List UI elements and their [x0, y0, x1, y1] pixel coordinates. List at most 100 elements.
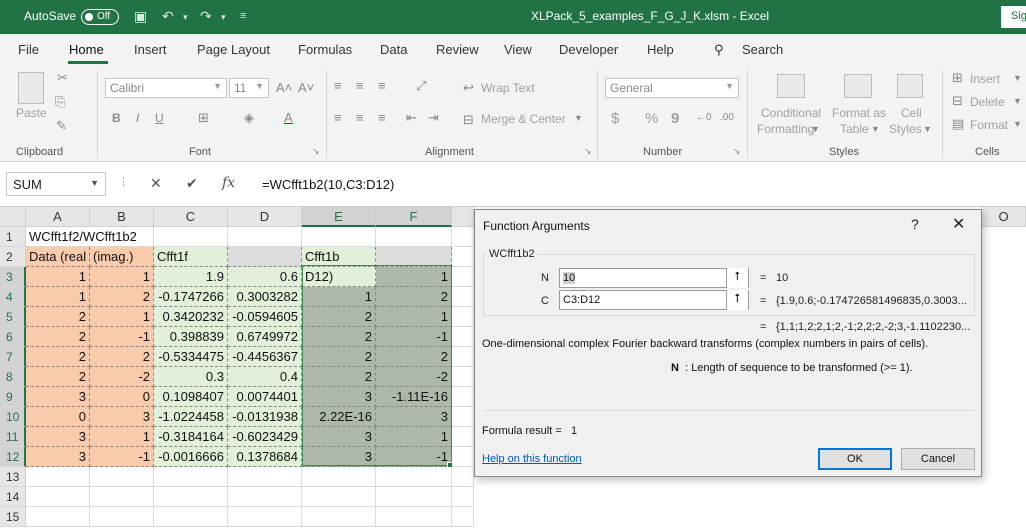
cell-e13[interactable]: [302, 467, 376, 487]
cell-d15[interactable]: [228, 507, 302, 527]
cell-c3[interactable]: 1.9: [154, 267, 228, 287]
cell-e9[interactable]: 3: [302, 387, 376, 407]
row-header-14[interactable]: 14: [0, 487, 26, 507]
cell-e2[interactable]: Cfft1b: [302, 247, 376, 267]
format-painter-icon[interactable]: ✎: [56, 118, 67, 134]
cell-e10[interactable]: 2.22E-16: [302, 407, 376, 427]
row-header-12[interactable]: 12: [0, 447, 26, 467]
argument-input-n[interactable]: 10 ⭡: [559, 268, 749, 288]
column-header-a[interactable]: A: [26, 207, 90, 227]
tab-insert[interactable]: Insert: [134, 42, 167, 57]
cancel-icon[interactable]: ✕: [150, 175, 162, 192]
cell-g13[interactable]: [452, 467, 474, 487]
argument-input-c[interactable]: C3:D12 ⭡: [559, 290, 749, 310]
cell-d5[interactable]: -0.0594605: [228, 307, 302, 327]
chevron-down-icon[interactable]: ▼: [574, 113, 583, 123]
cell-e11[interactable]: 3: [302, 427, 376, 447]
decrease-decimal-icon[interactable]: .00: [720, 112, 734, 123]
percent-button[interactable]: %: [645, 110, 658, 127]
cell-c13[interactable]: [154, 467, 228, 487]
cell-f6[interactable]: -1: [376, 327, 452, 347]
cell-e5[interactable]: 2: [302, 307, 376, 327]
cell-b13[interactable]: [90, 467, 154, 487]
undo-dropdown-icon[interactable]: ▾: [183, 12, 188, 23]
cell-b7[interactable]: 2: [90, 347, 154, 367]
italic-button[interactable]: I: [136, 111, 139, 125]
column-header-f[interactable]: F: [376, 207, 452, 227]
cell-e12[interactable]: 3: [302, 447, 376, 467]
cell-d6[interactable]: 0.6749972: [228, 327, 302, 347]
cell-d7[interactable]: -0.4456367: [228, 347, 302, 367]
cell-g14[interactable]: [452, 487, 474, 507]
cell-d3[interactable]: 0.6: [228, 267, 302, 287]
cell-a15[interactable]: [26, 507, 90, 527]
cell-d4[interactable]: 0.3003282: [228, 287, 302, 307]
cell-styles-button-line2[interactable]: Styles: [889, 122, 922, 136]
conditional-formatting-button[interactable]: Conditional: [761, 106, 821, 120]
copy-icon[interactable]: ⎘: [55, 94, 65, 110]
tab-help[interactable]: Help: [647, 42, 674, 57]
cancel-button[interactable]: Cancel: [901, 448, 975, 470]
format-as-table-icon[interactable]: [844, 74, 872, 98]
format-as-table-button-line2[interactable]: Table: [840, 122, 869, 136]
format-cells-icon[interactable]: ▤: [952, 116, 964, 132]
cell-d11[interactable]: -0.6023429: [228, 427, 302, 447]
cell-g9[interactable]: [452, 387, 474, 407]
cell-d9[interactable]: 0.0074401: [228, 387, 302, 407]
wrap-text-button[interactable]: Wrap Text: [481, 81, 535, 95]
delete-cells-icon[interactable]: ⊟: [952, 93, 963, 109]
cell-f4[interactable]: 2: [376, 287, 452, 307]
cell-f8[interactable]: -2: [376, 367, 452, 387]
cell-e15[interactable]: [302, 507, 376, 527]
cell-g1[interactable]: [452, 227, 474, 247]
cell-g8[interactable]: [452, 367, 474, 387]
cell-f1[interactable]: [376, 227, 452, 247]
cell-c15[interactable]: [154, 507, 228, 527]
formula-input[interactable]: =WCfft1b2(10,C3:D12): [262, 177, 394, 192]
cell-c2[interactable]: Cfft1f: [154, 247, 228, 267]
save-icon[interactable]: ▣: [134, 8, 147, 25]
increase-indent-icon[interactable]: ⇥: [428, 110, 439, 126]
cell-c9[interactable]: 0.1098407: [154, 387, 228, 407]
redo-icon[interactable]: ↷: [200, 8, 212, 25]
cell-e8[interactable]: 2: [302, 367, 376, 387]
cell-d13[interactable]: [228, 467, 302, 487]
cell-e14[interactable]: [302, 487, 376, 507]
collapse-dialog-icon[interactable]: ⭡: [726, 268, 748, 288]
orientation-icon[interactable]: ⤢: [416, 78, 426, 94]
decrease-font-icon[interactable]: A˅: [298, 80, 314, 95]
cell-b2[interactable]: (imag.): [90, 247, 154, 267]
tab-data[interactable]: Data: [380, 42, 407, 57]
row-header-11[interactable]: 11: [0, 427, 26, 447]
row-header-8[interactable]: 8: [0, 367, 26, 387]
conditional-formatting-icon[interactable]: [777, 74, 805, 98]
cell-f7[interactable]: 2: [376, 347, 452, 367]
column-header-g[interactable]: [452, 207, 474, 227]
column-header-c[interactable]: C: [154, 207, 228, 227]
cell-b4[interactable]: 2: [90, 287, 154, 307]
dialog-launcher-icon[interactable]: ↘: [733, 146, 741, 157]
cell-b15[interactable]: [90, 507, 154, 527]
cell-a4[interactable]: 1: [26, 287, 90, 307]
cell-e1[interactable]: [302, 227, 376, 247]
search-box[interactable]: Search: [742, 42, 783, 57]
cell-b8[interactable]: -2: [90, 367, 154, 387]
align-right-icon[interactable]: ≡: [378, 110, 386, 125]
cell-g11[interactable]: [452, 427, 474, 447]
cell-f14[interactable]: [376, 487, 452, 507]
tab-home[interactable]: Home: [69, 42, 104, 57]
undo-icon[interactable]: ↶: [162, 8, 174, 25]
collapse-dialog-icon[interactable]: ⭡: [726, 290, 748, 310]
redo-dropdown-icon[interactable]: ▾: [221, 12, 226, 23]
help-on-function-link[interactable]: Help on this function: [482, 453, 582, 465]
column-header-o[interactable]: O: [982, 207, 1026, 227]
cell-c4[interactable]: -0.1747266: [154, 287, 228, 307]
cell-c7[interactable]: -0.5334475: [154, 347, 228, 367]
cell-b14[interactable]: [90, 487, 154, 507]
dialog-launcher-icon[interactable]: ↘: [584, 146, 592, 157]
paste-icon[interactable]: [18, 72, 44, 104]
tab-review[interactable]: Review: [436, 42, 479, 57]
cell-g12[interactable]: [452, 447, 474, 467]
insert-function-icon[interactable]: fx: [222, 175, 235, 191]
cell-d2[interactable]: [228, 247, 302, 267]
